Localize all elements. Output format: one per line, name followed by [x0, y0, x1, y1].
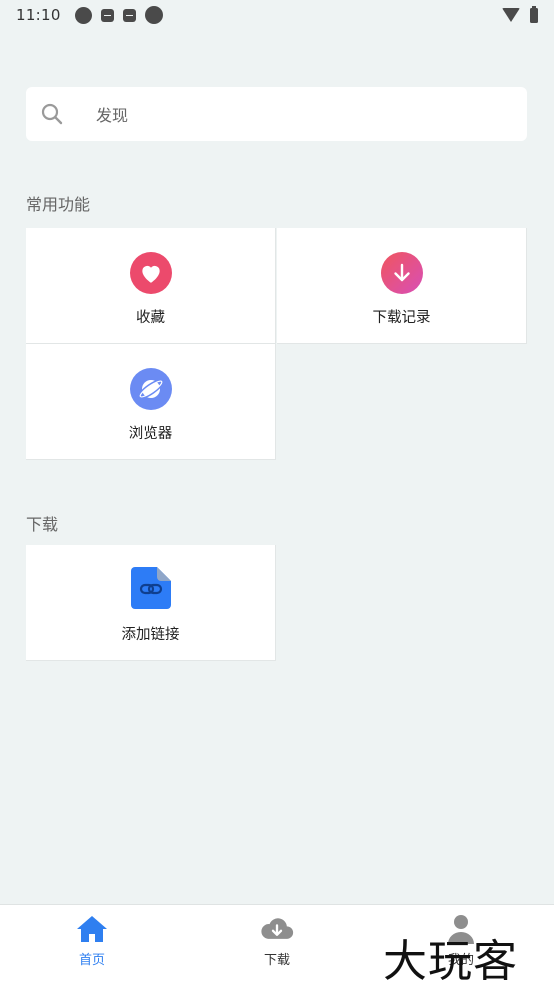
section-title-download: 下载 [26, 515, 59, 534]
download-arrow-icon [380, 252, 423, 294]
notification-icons [74, 6, 163, 24]
search-icon [41, 103, 63, 125]
watermark: 大玩客 [383, 936, 518, 986]
dot-icon [144, 6, 163, 24]
status-time: 11:10 [16, 6, 61, 24]
nav-download-label: 下载 [263, 953, 290, 968]
add-link-tile[interactable]: 添加链接 [26, 545, 276, 661]
status-bar: 11:10 [0, 0, 554, 30]
download-history-label: 下载记录 [372, 310, 431, 326]
search-input[interactable]: 发现 [96, 102, 128, 126]
cloud-download-icon [260, 913, 294, 945]
app-notification-icon [100, 8, 114, 22]
heart-icon [129, 252, 172, 294]
wifi-icon [502, 8, 520, 22]
search-bar[interactable]: 发现 [26, 87, 527, 141]
app-notification-icon [122, 8, 136, 22]
system-icons [502, 5, 538, 23]
browser-tile[interactable]: 浏览器 [26, 344, 276, 460]
home-icon [75, 913, 109, 945]
link-file-icon [130, 567, 171, 609]
nav-home-label: 首页 [78, 953, 105, 968]
download-history-tile[interactable]: 下载记录 [277, 228, 527, 344]
nav-home[interactable]: 首页 [37, 905, 147, 968]
section-title-common: 常用功能 [26, 195, 91, 214]
add-link-label: 添加链接 [121, 627, 180, 643]
battery-icon [530, 5, 538, 23]
favorites-label: 收藏 [136, 310, 165, 326]
browser-label: 浏览器 [128, 426, 173, 442]
nav-download[interactable]: 下载 [222, 905, 332, 968]
planet-icon [129, 368, 172, 410]
globe-icon [74, 6, 92, 24]
favorites-tile[interactable]: 收藏 [26, 228, 276, 344]
